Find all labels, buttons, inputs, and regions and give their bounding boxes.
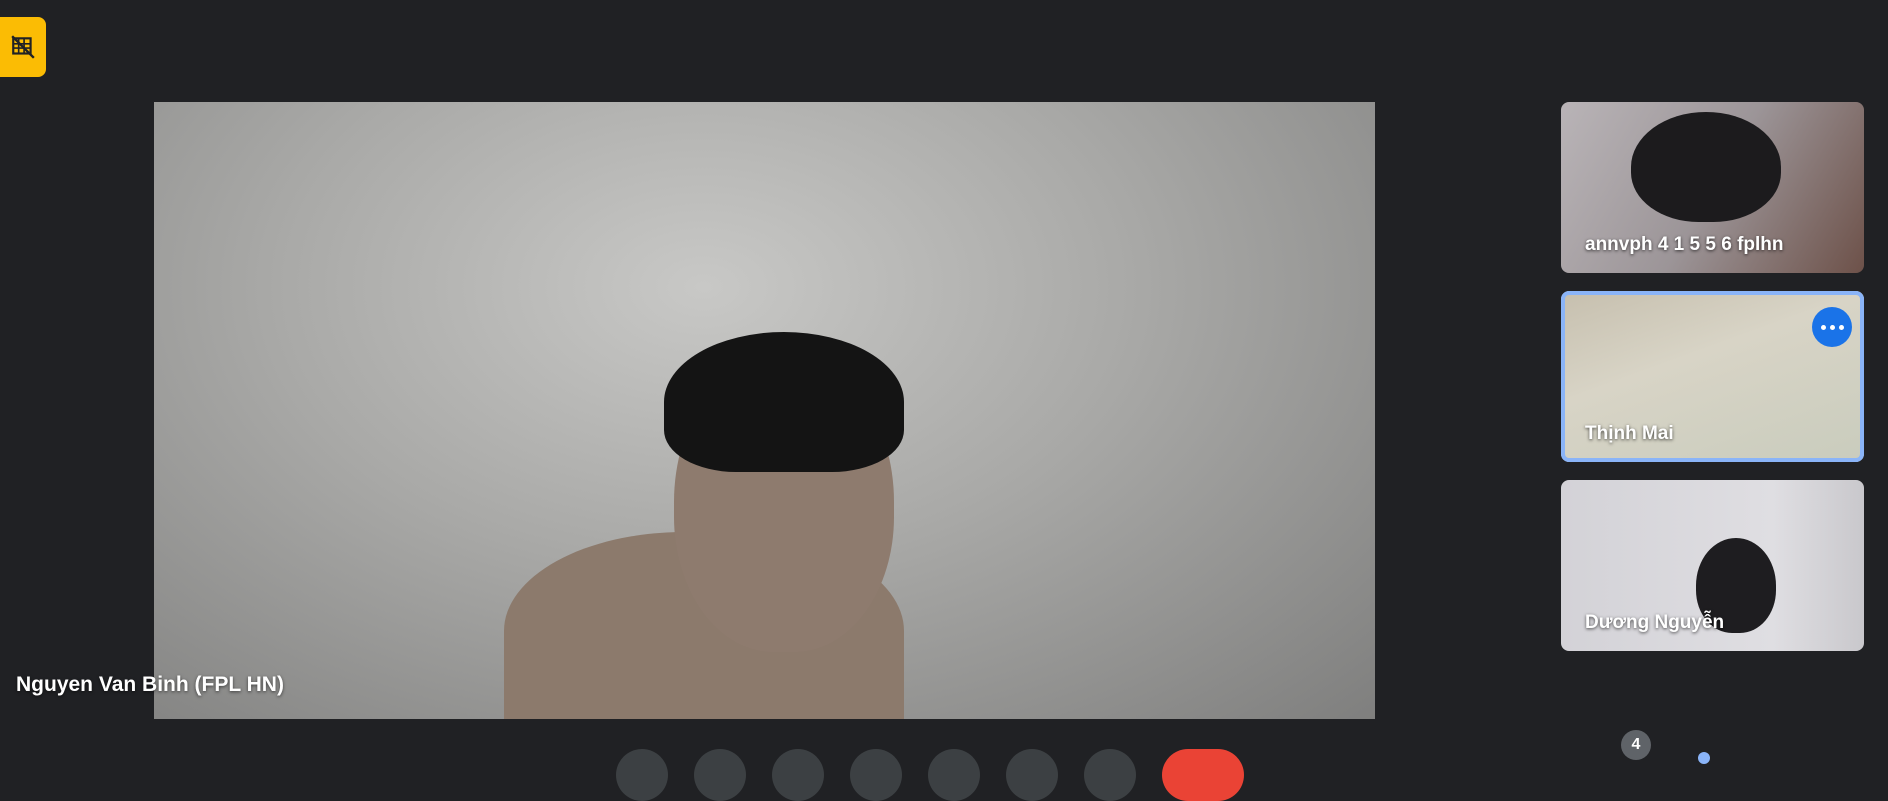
participant-name: annvph 4 1 5 5 6 fplhn bbox=[1585, 234, 1784, 255]
participant-tile[interactable]: annvph 4 1 5 5 6 fplhn bbox=[1561, 102, 1864, 273]
participant-tile[interactable]: Dương Nguyễn bbox=[1561, 480, 1864, 651]
participant-avatar bbox=[1631, 112, 1781, 222]
control-button[interactable] bbox=[1084, 749, 1136, 801]
main-speaker-name: Nguyen Van Binh (FPL HN) bbox=[16, 673, 284, 696]
control-button[interactable] bbox=[772, 749, 824, 801]
end-call-button[interactable] bbox=[1162, 749, 1244, 801]
participant-name: Dương Nguyễn bbox=[1585, 612, 1725, 633]
control-button[interactable] bbox=[1006, 749, 1058, 801]
control-button[interactable] bbox=[850, 749, 902, 801]
no-video-icon[interactable] bbox=[0, 17, 46, 77]
control-button[interactable] bbox=[616, 749, 668, 801]
more-options-icon[interactable] bbox=[1812, 307, 1852, 347]
meeting-controls bbox=[616, 749, 1244, 801]
main-video-feed bbox=[154, 102, 1375, 719]
person-hair bbox=[664, 332, 904, 472]
participant-name: Thịnh Mai bbox=[1585, 423, 1674, 444]
participant-count-badge[interactable]: 4 bbox=[1621, 730, 1651, 760]
control-button[interactable] bbox=[694, 749, 746, 801]
control-button[interactable] bbox=[928, 749, 980, 801]
participant-tile-active[interactable]: Thịnh Mai bbox=[1561, 291, 1864, 462]
activity-dot bbox=[1698, 752, 1710, 764]
no-video-grid-icon bbox=[11, 35, 35, 59]
